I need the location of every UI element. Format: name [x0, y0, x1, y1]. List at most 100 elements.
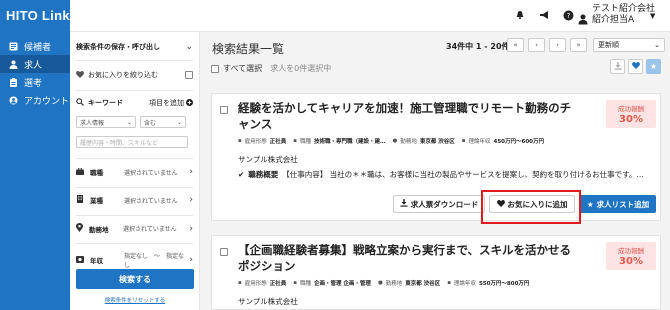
filter-value: 指定なし 〜 指定なし — [124, 253, 185, 269]
add-to-job-list-button[interactable]: ★ 求人リスト追加 — [580, 195, 656, 213]
job-card[interactable]: 【企画職経験者募集】戦略立案から実行まで、スキルを活かせるポジション 成功報酬 … — [211, 235, 661, 310]
location-icon: ● — [377, 280, 383, 286]
bell-icon[interactable] — [513, 8, 527, 22]
prev-page-button[interactable]: ‹ — [528, 38, 545, 52]
search-button[interactable]: 検索する — [76, 269, 194, 289]
caret-down-icon[interactable]: ▼ — [650, 12, 655, 20]
download-job-sheet-button[interactable]: 求人票ダウンロード — [393, 195, 485, 213]
sort-select[interactable]: 更新順 ⌄ — [593, 38, 665, 52]
bulk-favorite-button[interactable] — [628, 59, 643, 74]
job-card-checkbox[interactable] — [220, 248, 228, 256]
keyword-field-select[interactable]: 求人情報 ⌄ — [76, 116, 136, 128]
favorite-filter[interactable]: お気に入りを絞り込む — [76, 70, 193, 80]
chevron-down-icon: ⌄ — [185, 42, 193, 52]
user-menu[interactable]: テスト紹介会社 紹介担当A — [592, 4, 655, 26]
filter-label: 職種 — [90, 169, 103, 177]
select-all-label: すべて選択 — [223, 64, 263, 73]
filter-industry[interactable]: 業種 選択されていません › — [76, 195, 193, 205]
select-all[interactable]: すべて選択 求人を0件選択中 — [211, 63, 331, 74]
bulk-add-list-button[interactable]: ★ — [646, 59, 661, 74]
sidebar-item-jobs[interactable]: 求人 — [0, 55, 70, 73]
meta-value: 正社員 — [269, 139, 287, 145]
briefcase-icon: ▪ — [293, 138, 297, 144]
filter-job-type[interactable]: 職種 選択されていません › — [76, 167, 193, 177]
clipboard-icon — [8, 77, 18, 87]
keyword-match-value: 含む — [144, 119, 157, 127]
add-item-label: 項目を追加 — [149, 99, 184, 107]
add-item-button[interactable]: 項目を追加 — [149, 98, 193, 108]
meta-label: 職種 — [300, 139, 312, 145]
sidebar-item-label: 求人 — [24, 60, 43, 71]
star-icon: ★ — [586, 199, 594, 209]
sidebar-item-selection[interactable]: 選考 — [0, 73, 70, 91]
fee-value: 30% — [619, 256, 643, 267]
user-name: 紹介担当A — [592, 15, 635, 25]
building-icon — [76, 195, 84, 205]
reset-filters-link[interactable]: 検索条件をリセットする — [70, 296, 200, 304]
location-icon: ● — [392, 138, 398, 144]
help-icon[interactable]: ? — [561, 8, 575, 22]
button-label: 求人票ダウンロード — [410, 199, 479, 209]
keyword-label: キーワード — [88, 99, 123, 107]
fee-label: 成功報酬 — [618, 247, 644, 255]
account-icon — [8, 95, 18, 105]
filter-value: 選択されていません — [124, 169, 178, 177]
chevron-down-icon: ⌄ — [126, 118, 132, 126]
keyword-field-value: 求人情報 — [80, 119, 105, 127]
chevron-right-icon: › — [189, 195, 193, 205]
company-name: サンプル株式会社 — [238, 155, 298, 164]
plus-circle-icon — [186, 98, 193, 108]
results-area: 検索結果一覧 34件中 1 - 20件 « ‹ › » 更新順 ⌄ すべて選択 … — [200, 32, 670, 310]
last-page-button[interactable]: » — [570, 38, 587, 52]
meta-label: 理論年収 — [453, 281, 476, 287]
keyword-match-select[interactable]: 含む ⌄ — [140, 116, 186, 128]
summary-text: 【仕事内容】 当社の＊＊職は、お客様に当社の製品やサービスを提案し、契約を取り付… — [282, 170, 644, 179]
megaphone-icon[interactable] — [537, 8, 551, 22]
user-icon — [8, 59, 18, 69]
filter-location[interactable]: 勤務地 選択されていません › — [76, 223, 193, 234]
selected-count: 求人を0件選択中 — [270, 64, 332, 73]
briefcase-icon — [76, 167, 84, 177]
company-name: サンプル株式会社 — [238, 297, 298, 306]
filter-label: 業種 — [90, 197, 103, 205]
yen-icon — [76, 255, 84, 265]
fee-badge: 成功報酬 30% — [606, 242, 656, 270]
job-title[interactable]: 経験を活かしてキャリアを加速！施工管理職でリモート勤務のチャンス — [238, 100, 578, 132]
meta-value: 正社員 — [269, 281, 287, 287]
keyword-input[interactable]: 履歴内容・時間、スキルなど — [76, 136, 188, 148]
job-card[interactable]: 経験を活かしてキャリアを加速！施工管理職でリモート勤務のチャンス 成功報酬 30… — [211, 93, 661, 221]
search-icon — [76, 98, 84, 108]
job-meta: ▪ 雇用形態 正社員 ▪ 職種 技術職・専門職（建設・建… ● 勤務地 東京都 … — [238, 137, 544, 145]
app-logo[interactable]: HITO Link — [0, 0, 70, 32]
location-icon — [76, 223, 83, 234]
select-all-checkbox[interactable] — [211, 64, 219, 73]
filter-label: 勤務地 — [89, 225, 109, 234]
job-card-checkbox[interactable] — [220, 106, 228, 114]
fee-value: 30% — [619, 114, 643, 125]
first-page-button[interactable]: « — [507, 38, 524, 52]
filter-panel: 検索条件の保存・呼び出し ⌄ お気に入りを絞り込む キーワード 項目を追加 求人… — [70, 32, 200, 310]
yen-icon: ▪ — [461, 138, 466, 144]
user-icon[interactable] — [578, 10, 588, 29]
meta-value: 企画・管理 企画・管理 — [314, 281, 371, 287]
button-label: 求人リスト追加 — [596, 199, 650, 209]
filter-salary[interactable]: 年収 指定なし 〜 指定なし › — [76, 251, 193, 269]
meta-value: 東京都 渋谷区 — [419, 139, 455, 145]
id-badge-icon: ▪ — [238, 138, 242, 144]
meta-label: 雇用形態 — [244, 281, 267, 287]
saved-search-toggle[interactable]: 検索条件の保存・呼び出し ⌄ — [76, 42, 193, 52]
job-title[interactable]: 【企画職経験者募集】戦略立案から実行まで、スキルを活かせるポジション — [238, 242, 578, 274]
filter-label: 年収 — [90, 257, 103, 265]
sidebar-item-candidates[interactable]: 候補者 — [0, 37, 70, 55]
chevron-right-icon: › — [189, 167, 193, 177]
job-summary: ✔ 職務概要 【仕事内容】 当社の＊＊職は、お客様に当社の製品やサービスを提案し… — [238, 169, 658, 180]
fee-label: 成功報酬 — [618, 105, 644, 113]
sidebar: 候補者 求人 選考 アカウント — [0, 32, 70, 310]
meta-value: 450万円〜600万円 — [493, 139, 544, 145]
favorite-filter-checkbox[interactable] — [185, 71, 193, 79]
fee-badge: 成功報酬 30% — [606, 100, 656, 128]
bulk-download-button[interactable] — [610, 59, 625, 74]
chevron-down-icon: ⌄ — [176, 118, 182, 126]
next-page-button[interactable]: › — [549, 38, 566, 52]
sidebar-item-account[interactable]: アカウント — [0, 91, 70, 109]
